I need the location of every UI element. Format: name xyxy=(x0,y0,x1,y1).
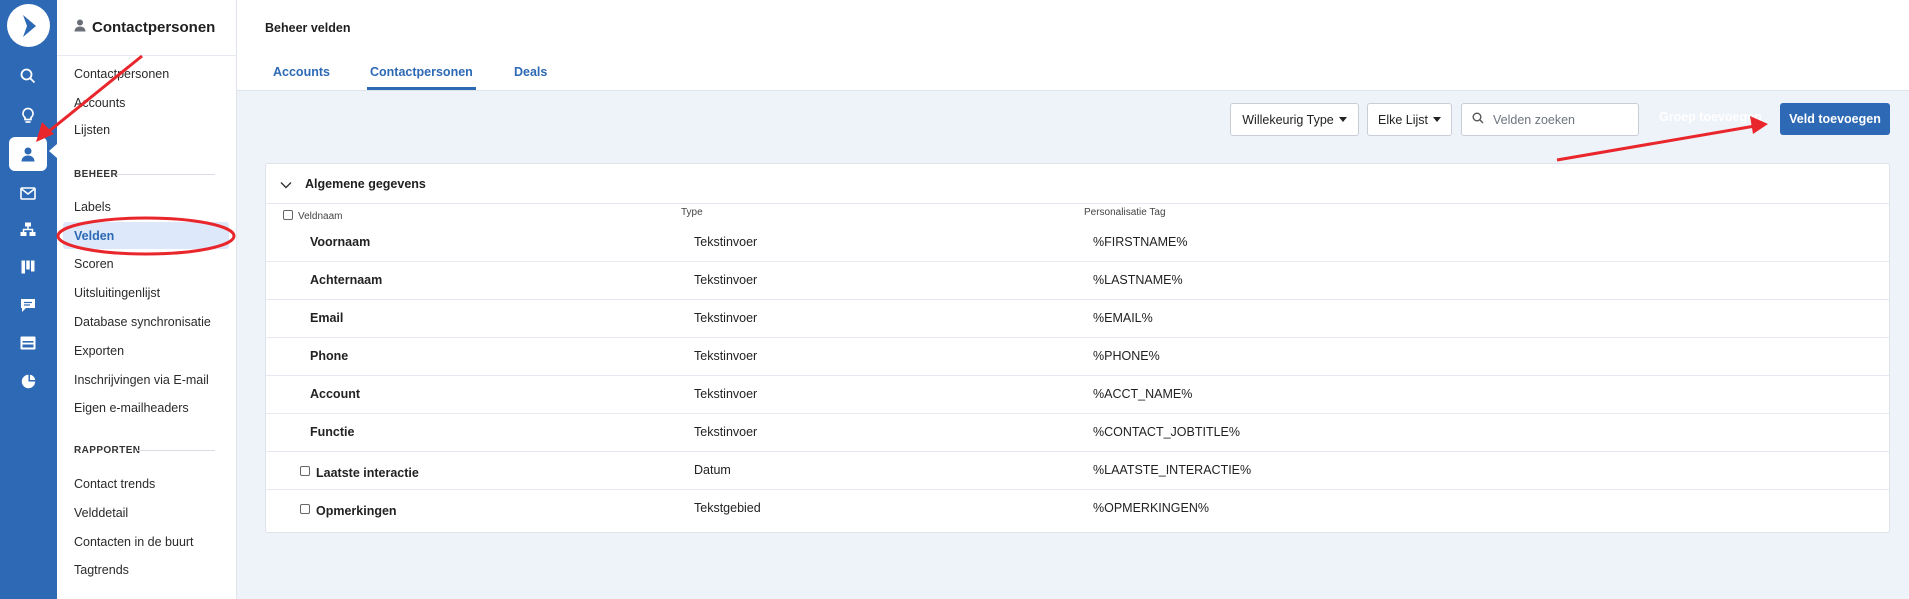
field-name[interactable]: Voornaam xyxy=(310,235,370,249)
table-row[interactable]: Achternaam Tekstinvoer %LASTNAME% xyxy=(266,262,1889,300)
reports-icon[interactable] xyxy=(9,364,47,398)
personalization-tag: %OPMERKINGEN% xyxy=(1093,501,1209,515)
field-type: Tekstgebied xyxy=(694,501,761,515)
fields-card: Algemene gegevens Veldnaam Type Personal… xyxy=(265,163,1890,533)
active-tab-indicator xyxy=(367,87,476,90)
select-all-checkbox[interactable] xyxy=(283,210,293,220)
table-row[interactable]: Voornaam Tekstinvoer %FIRSTNAME% xyxy=(266,224,1889,262)
personalization-tag: %PHONE% xyxy=(1093,349,1160,363)
field-type: Tekstinvoer xyxy=(694,349,758,363)
column-header-type: Type xyxy=(681,207,703,218)
table-row[interactable]: Opmerkingen Tekstgebied %OPMERKINGEN% xyxy=(266,490,1889,528)
pipeline-icon[interactable] xyxy=(9,250,47,284)
sidebar-item-labels[interactable]: Labels xyxy=(74,200,111,214)
column-header-veldnaam: Veldnaam xyxy=(298,211,343,222)
type-filter-dropdown[interactable]: Willekeurig Type xyxy=(1230,103,1359,136)
sidebar-item-velden[interactable]: Velden xyxy=(74,229,114,243)
row-checkbox[interactable] xyxy=(300,504,310,514)
table-row[interactable]: Account Tekstinvoer %ACCT_NAME% xyxy=(266,376,1889,414)
logo-icon[interactable] xyxy=(7,4,50,47)
sidebar-item-uitsluitingenlijst[interactable]: Uitsluitingenlijst xyxy=(74,286,160,300)
add-group-button[interactable]: Groep toevoegen xyxy=(1659,110,1762,124)
sidebar-item-tagtrends[interactable]: Tagtrends xyxy=(74,563,129,577)
sidebar-item-contacten-in-de-buurt[interactable]: Contacten in de buurt xyxy=(74,535,194,549)
sidebar-item-inschrijvingen-via-email[interactable]: Inschrijvingen via E-mail xyxy=(74,373,209,387)
list-filter-label: Elke Lijst xyxy=(1377,112,1429,127)
field-name[interactable]: Phone xyxy=(310,349,348,363)
column-header-tag: Personalisatie Tag xyxy=(1084,207,1166,218)
chevron-down-icon[interactable] xyxy=(280,176,292,194)
table-row[interactable]: Functie Tekstinvoer %CONTACT_JOBTITLE% xyxy=(266,414,1889,452)
table-row[interactable]: Email Tekstinvoer %EMAIL% xyxy=(266,300,1889,338)
field-name[interactable]: Opmerkingen xyxy=(316,504,397,518)
row-checkbox[interactable] xyxy=(300,466,310,476)
group-header[interactable]: Algemene gegevens xyxy=(266,164,1889,204)
sidebar-item-accounts[interactable]: Accounts xyxy=(74,96,125,110)
icon-rail xyxy=(0,0,57,599)
field-type: Tekstinvoer xyxy=(694,235,758,249)
envelope-icon[interactable] xyxy=(9,176,47,210)
lightbulb-icon[interactable] xyxy=(9,98,47,132)
section-divider xyxy=(137,450,215,451)
sidebar-item-contact-trends[interactable]: Contact trends xyxy=(74,477,155,491)
section-heading-rapporten: RAPPORTEN xyxy=(74,445,141,456)
person-icon xyxy=(74,19,86,37)
section-divider xyxy=(116,174,215,175)
field-name[interactable]: Account xyxy=(310,387,360,401)
sidebar-item-lijsten[interactable]: Lijsten xyxy=(74,123,110,137)
sidebar-item-velddetail[interactable]: Velddetail xyxy=(74,506,128,520)
field-type: Tekstinvoer xyxy=(694,425,758,439)
sidebar-item-database-synchronisatie[interactable]: Database synchronisatie xyxy=(74,315,211,329)
field-type: Tekstinvoer xyxy=(694,387,758,401)
sidebar-header: Contactpersonen xyxy=(57,0,237,56)
search-input[interactable] xyxy=(1493,112,1623,127)
caret-down-icon xyxy=(1338,117,1347,122)
tab-deals[interactable]: Deals xyxy=(514,65,547,79)
group-title: Algemene gegevens xyxy=(305,177,426,191)
secondary-sidebar: Contactpersonen Contactpersonen Accounts… xyxy=(57,0,237,599)
personalization-tag: %LASTNAME% xyxy=(1093,273,1183,287)
personalization-tag: %ACCT_NAME% xyxy=(1093,387,1193,401)
tab-accounts[interactable]: Accounts xyxy=(273,65,330,79)
table-row[interactable]: Phone Tekstinvoer %PHONE% xyxy=(266,338,1889,376)
type-filter-label: Willekeurig Type xyxy=(1242,112,1334,127)
sidebar-item-contactpersonen[interactable]: Contactpersonen xyxy=(74,67,169,81)
automation-icon[interactable] xyxy=(9,212,47,246)
search-icon[interactable] xyxy=(9,59,47,93)
list-filter-dropdown[interactable]: Elke Lijst xyxy=(1367,103,1452,136)
page-header: Beheer velden Accounts Contactpersonen D… xyxy=(237,0,1909,91)
tab-contactpersonen[interactable]: Contactpersonen xyxy=(370,65,473,79)
sidebar-item-exporten[interactable]: Exporten xyxy=(74,344,124,358)
caret-down-icon xyxy=(1433,117,1442,122)
section-heading-beheer: BEHEER xyxy=(74,169,119,180)
personalization-tag: %CONTACT_JOBTITLE% xyxy=(1093,425,1241,439)
add-field-button[interactable]: Veld toevoegen xyxy=(1780,103,1890,135)
active-indicator xyxy=(49,144,57,158)
field-type: Tekstinvoer xyxy=(694,273,758,287)
field-name[interactable]: Achternaam xyxy=(310,273,382,287)
page-title: Beheer velden xyxy=(265,21,351,35)
personalization-tag: %EMAIL% xyxy=(1093,311,1153,325)
contacts-icon[interactable] xyxy=(9,137,47,171)
personalization-tag: %LAATSTE_INTERACTIE% xyxy=(1093,463,1252,477)
sidebar-title: Contactpersonen xyxy=(92,19,216,36)
personalization-tag: %FIRSTNAME% xyxy=(1093,235,1188,249)
search-box[interactable] xyxy=(1461,103,1639,136)
field-type: Datum xyxy=(694,463,731,477)
sidebar-item-scoren[interactable]: Scoren xyxy=(74,257,114,271)
search-icon xyxy=(1472,111,1484,129)
chat-icon[interactable] xyxy=(9,288,47,322)
table-row[interactable]: Laatste interactie Datum %LAATSTE_INTERACT… xyxy=(266,452,1889,490)
sidebar-item-eigen-emailheaders[interactable]: Eigen e-mailheaders xyxy=(74,401,189,415)
field-name[interactable]: Email xyxy=(310,311,343,325)
field-type: Tekstinvoer xyxy=(694,311,758,325)
field-name[interactable]: Functie xyxy=(310,425,354,439)
website-icon[interactable] xyxy=(9,326,47,360)
field-name[interactable]: Laatste interactie xyxy=(316,466,419,480)
